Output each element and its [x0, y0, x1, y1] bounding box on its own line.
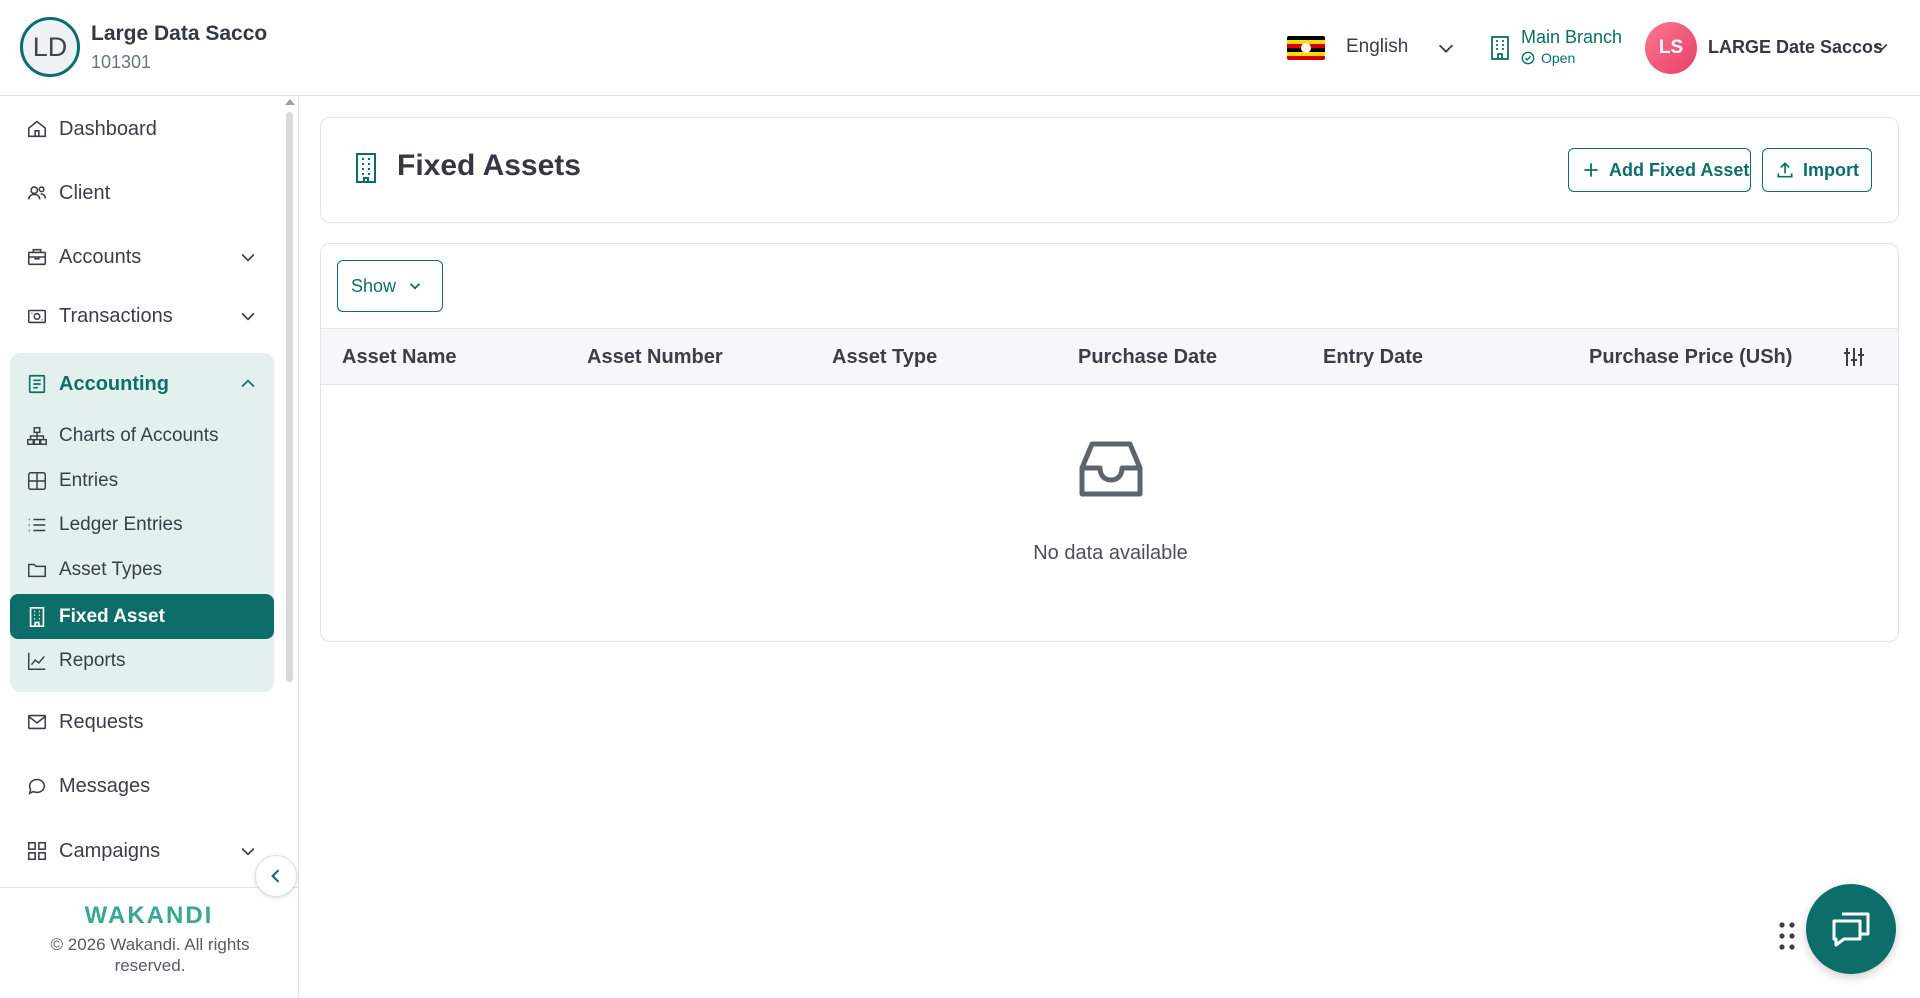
sidebar-item-dashboard[interactable]: Dashboard	[10, 107, 274, 151]
chevron-down-icon	[241, 312, 255, 321]
branch-name[interactable]: Main Branch	[1521, 27, 1622, 48]
sidebar-item-asset-types[interactable]: Asset Types	[10, 549, 274, 591]
upload-icon	[1777, 162, 1793, 178]
collapse-sidebar-button[interactable]	[255, 855, 297, 897]
column-header-purchase-price[interactable]: Purchase Price (USh)	[1589, 329, 1792, 386]
chevron-down-icon[interactable]	[1871, 37, 1891, 57]
check-circle-icon	[1521, 51, 1535, 65]
chart-icon	[28, 652, 46, 670]
grid-icon	[27, 841, 47, 861]
sidebar-item-ledger-entries[interactable]: Ledger Entries	[10, 504, 274, 546]
uganda-flag-icon[interactable]	[1287, 36, 1325, 60]
sidebar-item-transactions[interactable]: Transactions	[10, 294, 274, 338]
inbox-icon	[1079, 441, 1143, 497]
sidebar-item-accounting[interactable]: Accounting	[10, 362, 274, 406]
building-icon	[29, 606, 45, 627]
table-header-row: Asset Name Asset Number Asset Type Purch…	[321, 328, 1898, 386]
fixed-assets-table: Show Asset Name Asset Number Asset Type …	[320, 243, 1899, 642]
sidebar: Dashboard Client Accounts Transactions A…	[0, 97, 299, 998]
branch-status: Open	[1521, 50, 1575, 66]
chevron-down-icon	[409, 283, 421, 290]
sidebar-item-requests[interactable]: Requests	[10, 700, 274, 744]
page-header-card: Fixed Assets Add Fixed Asset Import	[320, 117, 1899, 223]
user-avatar[interactable]: LS	[1645, 22, 1697, 74]
column-header-purchase-date[interactable]: Purchase Date	[1078, 329, 1217, 386]
chevron-up-icon	[241, 379, 255, 388]
chat-support-button[interactable]	[1806, 884, 1896, 974]
table-icon	[28, 472, 46, 490]
show-columns-dropdown[interactable]: Show	[337, 260, 443, 312]
add-fixed-asset-button[interactable]: Add Fixed Asset	[1568, 148, 1751, 192]
chevron-down-icon[interactable]	[1435, 37, 1457, 59]
sidebar-item-campaigns[interactable]: Campaigns	[10, 829, 274, 873]
language-selector[interactable]: English	[1346, 36, 1408, 58]
drag-handle-icon[interactable]	[1777, 920, 1797, 952]
sidebar-item-messages[interactable]: Messages	[10, 764, 274, 808]
sidebar-scrollbar[interactable]	[286, 112, 293, 682]
chevron-left-icon	[271, 869, 280, 883]
column-header-asset-type[interactable]: Asset Type	[832, 329, 937, 386]
list-icon	[28, 518, 46, 532]
import-button[interactable]: Import	[1762, 148, 1872, 192]
briefcase-icon	[27, 248, 47, 266]
column-settings-icon[interactable]	[1842, 345, 1866, 369]
org-avatar[interactable]: LD	[20, 17, 80, 77]
home-icon	[27, 120, 47, 138]
page-title: Fixed Assets	[397, 149, 581, 182]
plus-icon	[1584, 163, 1598, 177]
user-name[interactable]: LARGE Date Saccos	[1708, 37, 1883, 58]
sidebar-item-charts-of-accounts[interactable]: Charts of Accounts	[10, 415, 274, 457]
sidebar-item-accounts[interactable]: Accounts	[10, 235, 274, 279]
building-icon	[356, 153, 376, 183]
sidebar-footer: WAKANDI © 2026 Wakandi. All rights reser…	[0, 887, 298, 998]
cash-icon	[27, 309, 47, 324]
building-icon	[1491, 36, 1509, 60]
org-name: Large Data Sacco	[91, 22, 268, 45]
folder-icon	[28, 563, 46, 578]
sidebar-item-fixed-asset[interactable]: Fixed Asset	[10, 594, 274, 639]
column-header-asset-number[interactable]: Asset Number	[587, 329, 723, 386]
scroll-up-arrow[interactable]	[285, 99, 295, 105]
chevron-down-icon	[241, 847, 255, 856]
copyright-text: © 2026 Wakandi. All rights reserved.	[50, 935, 250, 975]
hierarchy-icon	[27, 427, 47, 445]
mail-icon	[27, 714, 47, 730]
chevron-down-icon	[241, 253, 255, 262]
sidebar-item-client[interactable]: Client	[10, 171, 274, 215]
users-icon	[27, 186, 47, 200]
column-header-asset-name[interactable]: Asset Name	[342, 329, 457, 386]
chat-bubbles-icon	[1832, 912, 1870, 947]
chat-icon	[28, 778, 46, 795]
sidebar-item-entries[interactable]: Entries	[10, 460, 274, 502]
empty-state-message: No data available	[1033, 542, 1188, 564]
top-header: LD Large Data Sacco 101301 English Main …	[0, 0, 1920, 96]
brand-logo: WAKANDI	[84, 902, 214, 929]
sidebar-item-reports[interactable]: Reports	[10, 640, 274, 682]
org-code: 101301	[91, 52, 152, 72]
column-header-entry-date[interactable]: Entry Date	[1323, 329, 1423, 386]
ledger-icon	[28, 374, 46, 394]
